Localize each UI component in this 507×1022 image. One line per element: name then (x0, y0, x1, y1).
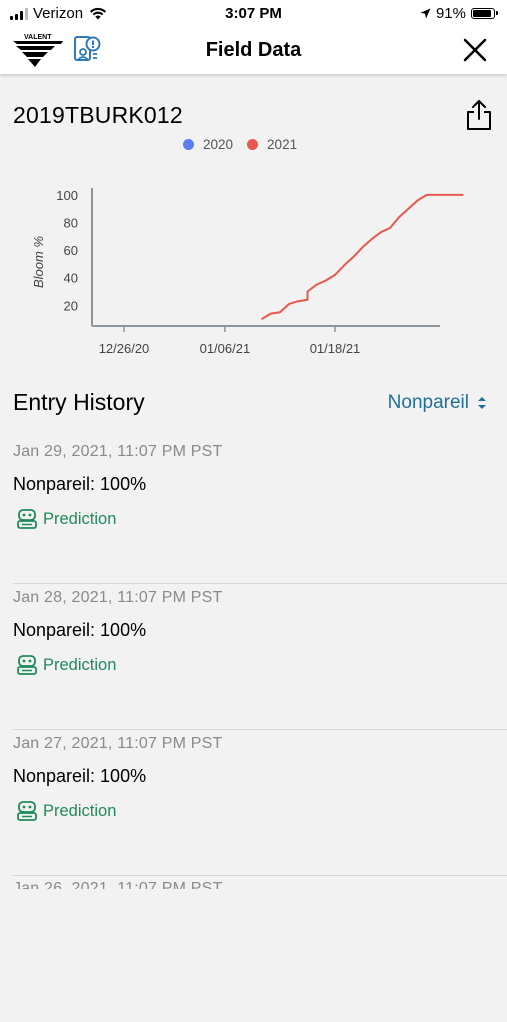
y-tick-label: 80 (64, 216, 78, 231)
entry-value: Nonpareil: 100% (13, 474, 147, 494)
status-right: 91% (420, 5, 498, 22)
entry-history-title: Entry History (13, 389, 145, 415)
battery-icon (471, 8, 498, 19)
entry-date: Jan 29, 2021, 11:07 PM PST (13, 443, 223, 460)
entry-value: Nonpareil: 100% (13, 620, 147, 640)
prediction-tag: Prediction (15, 508, 116, 530)
list-item[interactable]: Jan 29, 2021, 11:07 PM PST Nonpareil: 10… (0, 438, 507, 584)
variety-select-value: Nonpareil (387, 392, 469, 413)
legend-dot-2020 (183, 139, 194, 150)
y-tick-label: 60 (64, 243, 78, 258)
legend-dot-2021 (247, 139, 259, 150)
entry-date: Jan 27, 2021, 11:07 PM PST (13, 735, 223, 752)
x-tick-label: 01/06/21 (200, 341, 251, 356)
entry-date: Jan 26, 2021, 11:07 PM PST (13, 880, 223, 897)
legend-item-2021[interactable]: 2021 (247, 137, 297, 152)
x-tick-label: 01/18/21 (310, 341, 361, 356)
bloom-chart: 20 40 60 80 100 12/26/20 01/06/21 01/18/21 Blo… (31, 188, 464, 356)
legend-item-2020[interactable]: 2020 (183, 137, 233, 152)
status-bar: Verizon 3:07 PM 91% (0, 0, 507, 28)
y-tick-label: 20 (64, 298, 78, 313)
prediction-label: Prediction (43, 509, 117, 528)
y-axis-label: Bloom % (31, 236, 46, 288)
nav-bar: VALENT Field Data (0, 28, 507, 74)
location-arrow-icon (420, 8, 431, 19)
prediction-label: Prediction (43, 801, 117, 820)
list-item[interactable]: Jan 27, 2021, 11:07 PM PST Nonpareil: 10… (0, 730, 507, 876)
list-item[interactable]: Jan 28, 2021, 11:07 PM PST Nonpareil: 10… (0, 584, 507, 730)
x-tick-label: 12/26/20 (99, 341, 150, 356)
y-tick-label: 100 (56, 188, 78, 203)
robot-icon (17, 509, 37, 529)
entry-list: Jan 29, 2021, 11:07 PM PST Nonpareil: 10… (0, 438, 507, 1022)
prediction-tag: Prediction (15, 800, 116, 822)
prediction-tag: Prediction (15, 654, 116, 676)
list-item[interactable]: Jan 26, 2021, 11:07 PM PST (0, 876, 507, 1022)
y-tick-label: 40 (64, 271, 78, 286)
legend-label-2020: 2020 (203, 137, 234, 152)
series-line-2021 (261, 193, 464, 320)
page-title: Field Data (205, 39, 302, 61)
field-id: 2019TBURK012 (13, 102, 183, 128)
robot-icon (17, 801, 37, 821)
entry-value: Nonpareil: 100% (13, 766, 147, 786)
legend-label-2021: 2021 (267, 137, 298, 152)
share-button[interactable] (465, 99, 493, 131)
entry-date: Jan 28, 2021, 11:07 PM PST (13, 589, 223, 606)
robot-icon (17, 655, 37, 675)
chart-legend: 2020 2021 (183, 137, 311, 152)
updown-chevron-icon (478, 397, 486, 409)
prediction-label: Prediction (43, 655, 117, 674)
close-button[interactable] (461, 36, 489, 64)
battery-percent: 91% (435, 5, 466, 22)
variety-select[interactable]: Nonpareil (388, 392, 487, 414)
